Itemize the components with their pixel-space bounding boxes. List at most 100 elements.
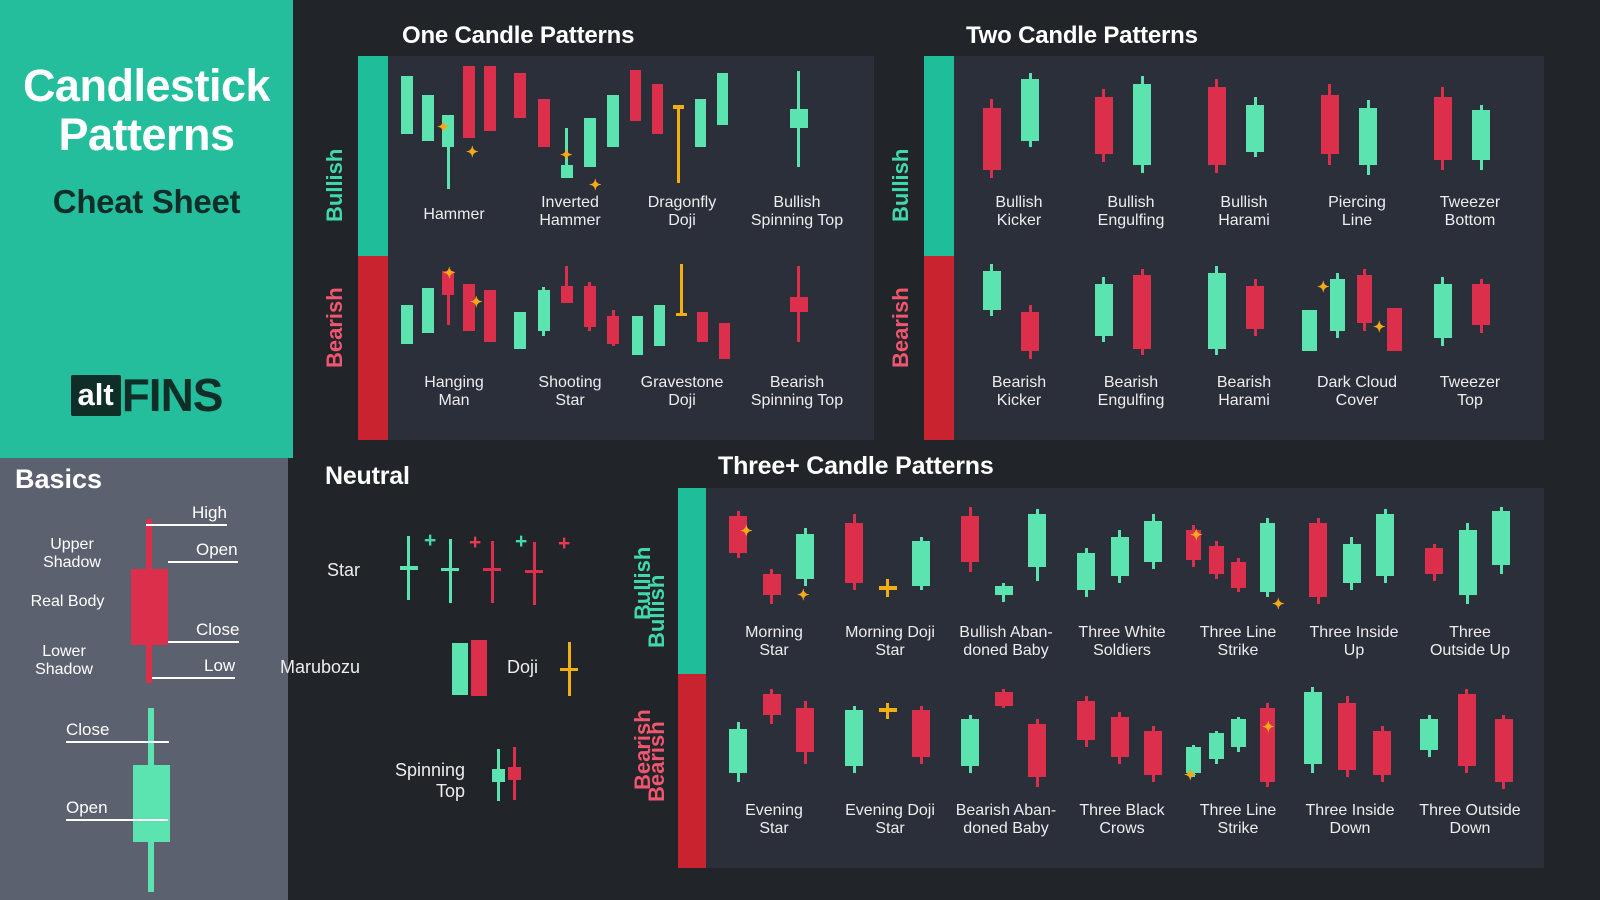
candle-body <box>1338 703 1357 771</box>
candle-body <box>1357 275 1372 323</box>
candle <box>421 66 434 196</box>
pattern-bullish-abandoned-baby[interactable]: Bullish Aban- doned Baby <box>950 502 1062 672</box>
pattern-three-line-strike-bearish[interactable]: Three Line Strike <box>1182 680 1294 850</box>
candle-body <box>878 707 897 713</box>
pattern-chart <box>738 260 856 368</box>
pattern-chart <box>1414 502 1526 618</box>
pattern-chart <box>1066 502 1178 618</box>
candle-body <box>912 541 931 586</box>
pattern-bearish-harami[interactable]: Bearish Harami <box>1187 260 1301 420</box>
pattern-three-outside-down[interactable]: Three Outside Down <box>1408 680 1532 850</box>
pattern-evening-star[interactable]: Evening Star <box>718 680 830 850</box>
pattern-label: Three Line Strike <box>1199 802 1277 837</box>
pattern-chart <box>512 260 628 368</box>
pattern-label: Hanging Man <box>424 374 484 409</box>
pattern-label: Gravestone Doji <box>640 374 724 409</box>
candle <box>1433 66 1452 196</box>
pattern-piercing-line[interactable]: Piercing Line <box>1300 66 1414 236</box>
page-subtitle: Cheat Sheet <box>52 183 241 220</box>
candle-body <box>1260 522 1276 593</box>
pattern-tweezer-top[interactable]: Tweezer Top <box>1413 260 1527 420</box>
basics-tag-close: Close <box>168 620 240 643</box>
candle-body <box>1077 700 1096 741</box>
sparkle-icon: ✦ <box>1317 279 1330 296</box>
pattern-bearish-kicker[interactable]: Bearish Kicker <box>962 260 1076 420</box>
pattern-star[interactable] <box>392 528 582 608</box>
candle <box>1376 502 1395 618</box>
pattern-label: Morning Doji Star <box>845 624 935 659</box>
candle-body <box>537 290 550 332</box>
candle-body <box>1458 529 1477 595</box>
sparkle-icon: ✦ <box>470 294 483 311</box>
candle-body <box>1433 97 1452 160</box>
pattern-three-inside-down[interactable]: Three Inside Down <box>1292 680 1408 850</box>
pattern-label: Three White Soldiers <box>1078 624 1166 659</box>
pattern-hanging-man[interactable]: Hanging Man <box>396 260 512 420</box>
strip-bullish-two-candle <box>924 56 954 256</box>
pattern-chart <box>834 680 946 796</box>
pattern-chart <box>546 638 582 700</box>
pattern-bullish-spinning-top[interactable]: Bullish Spinning Top <box>738 66 856 236</box>
pattern-chart <box>738 66 856 196</box>
pattern-shooting-star[interactable]: Shooting Star <box>512 260 628 420</box>
candle <box>400 260 413 368</box>
infographic-root: Candlestick Patterns Cheat Sheet alt FIN… <box>0 0 1600 900</box>
pattern-bullish-kicker[interactable]: Bullish Kicker <box>962 66 1076 236</box>
pattern-doji[interactable] <box>546 638 582 700</box>
pattern-evening-doji-star[interactable]: Evening Doji Star <box>834 680 946 850</box>
candle <box>912 502 931 618</box>
pattern-bearish-engulfing[interactable]: Bearish Engulfing <box>1074 260 1188 420</box>
candle <box>1302 260 1318 368</box>
candle <box>483 528 502 608</box>
pattern-bearish-spinning-top[interactable]: Bearish Spinning Top <box>738 260 856 420</box>
candle <box>1144 680 1163 796</box>
pattern-label: Inverted Hammer <box>539 194 601 229</box>
pattern-bearish-abandoned-baby[interactable]: Bearish Aban- doned Baby <box>950 680 1062 850</box>
pattern-bullish-engulfing[interactable]: Bullish Engulfing <box>1074 66 1188 236</box>
pattern-gravestone-doji[interactable]: Gravestone Doji <box>628 260 736 420</box>
pattern-morning-star[interactable]: Morning Star <box>718 502 830 672</box>
pattern-three-inside-up[interactable]: Three Inside Up <box>1298 502 1410 672</box>
pattern-label: Bearish Aban- doned Baby <box>955 802 1057 837</box>
candle-body <box>1494 719 1513 783</box>
candle <box>1110 502 1129 618</box>
header-one-candle: One Candle Patterns <box>402 22 635 49</box>
candle <box>1144 502 1163 618</box>
candle-body <box>1207 86 1226 165</box>
pattern-morning-doji-star[interactable]: Morning Doji Star <box>834 502 946 672</box>
neutral-label-marubozu: Marubozu <box>279 657 360 677</box>
candle <box>463 260 476 368</box>
candle-body <box>1472 283 1491 325</box>
pattern-chart <box>962 66 1076 196</box>
pattern-three-white-soldiers[interactable]: Three White Soldiers <box>1066 502 1178 672</box>
strip-bearish-one-candle <box>358 256 388 440</box>
candle <box>1260 680 1276 796</box>
pattern-label: Piercing Line <box>1328 194 1386 229</box>
candle <box>762 680 781 796</box>
pattern-tweezer-bottom[interactable]: Tweezer Bottom <box>1413 66 1527 236</box>
candle-body <box>514 72 527 118</box>
candle <box>1231 502 1247 618</box>
pattern-three-black-crows[interactable]: Three Black Crows <box>1066 680 1178 850</box>
candle-body <box>632 316 644 356</box>
candle <box>762 502 781 618</box>
candle <box>630 66 642 196</box>
candle <box>1373 680 1392 796</box>
candle-body <box>583 118 596 168</box>
logo-wordmark: FINS <box>121 369 224 421</box>
pattern-dragonfly-doji[interactable]: Dragonfly Doji <box>628 66 736 236</box>
candle-body <box>508 766 521 780</box>
pattern-chart <box>1066 680 1178 796</box>
candle-body <box>463 66 476 138</box>
candle-body <box>1208 733 1224 759</box>
candle <box>1357 260 1372 368</box>
candle-body <box>607 94 620 147</box>
candle-body <box>399 566 418 570</box>
candle-body <box>1246 285 1265 330</box>
strip-bearish-two-candle <box>924 256 954 440</box>
pattern-hammer[interactable]: Hammer <box>396 66 512 236</box>
pattern-bullish-harami[interactable]: Bullish Harami <box>1187 66 1301 236</box>
header-two-candle: Two Candle Patterns <box>966 22 1198 49</box>
pattern-three-outside-up[interactable]: Three Outside Up <box>1414 502 1526 672</box>
pattern-spinning-top[interactable] <box>482 745 532 805</box>
